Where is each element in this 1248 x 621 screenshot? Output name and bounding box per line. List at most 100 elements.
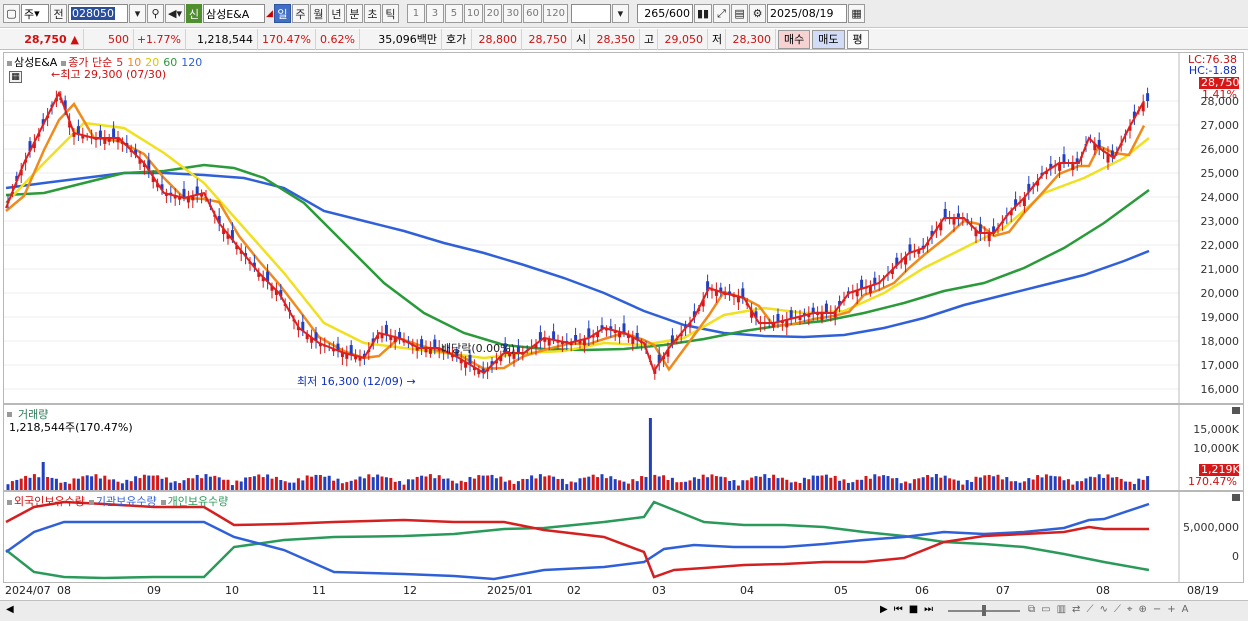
plus-icon[interactable]: + [1167,604,1175,615]
rewind-icon[interactable]: ⏮ [894,604,903,615]
stock-code-value: 028050 [71,7,115,20]
dropdown-icon[interactable]: ▾ [129,4,146,23]
interval-60[interactable]: 60 [523,4,542,23]
period-week[interactable]: 주 [291,4,309,23]
period-year[interactable]: 년 [327,4,345,23]
period-month[interactable]: 월 [309,4,327,23]
text-icon[interactable]: A [1182,604,1189,615]
volume-bar [156,475,160,490]
volume-bar [32,474,36,490]
price-change-pct: +1.77% [134,28,186,50]
eval-button[interactable]: 평 [846,29,869,49]
volume-bar [1022,481,1026,490]
volume-bar [882,475,886,490]
panel-close-icon[interactable] [1232,494,1240,501]
volume-bar [899,483,903,490]
speaker-icon[interactable]: ◀▾ [165,4,185,23]
turnover-ratio: 0.62% [316,28,360,50]
candle-body [943,208,947,218]
volume-bar [169,482,173,490]
calendar-icon[interactable]: ▦ [848,4,866,23]
stock-name-field[interactable]: 삼성E&A [202,4,265,23]
volume-tick-10000k: 10,000K [1193,442,1239,455]
x-axis-label: 07 [996,584,1010,597]
volume-bar [653,474,657,490]
dropdown-icon[interactable]: ▾ [611,4,629,23]
volume-panel[interactable]: 거래량 1,218,544주(170.47%) 15,000K 10,000K … [3,404,1244,491]
price-panel[interactable]: 삼성E&A 종가 단순 5 10 20 60 120 ▦ ←최고 29,300 … [3,52,1244,404]
fib-icon[interactable]: ⟋ [1114,604,1121,615]
volume-bar [142,474,146,490]
interval-20[interactable]: 20 [483,4,503,23]
volume-bar [547,475,551,490]
draw-tool-icon[interactable]: ⤢ [713,4,731,23]
interval-120[interactable]: 120 [542,4,568,23]
volume-bar [340,483,344,490]
bar-count-value: 265 [644,7,666,20]
magnet-icon[interactable]: ⌖ [1127,604,1133,615]
panel-close-icon[interactable] [1232,407,1240,414]
interval-10[interactable]: 10 [463,4,483,23]
stop-icon[interactable]: ■ [909,604,918,615]
candle-type-icon[interactable]: ▮▮ [693,4,713,23]
scroll-left-icon[interactable]: ◀ [6,604,14,615]
zoom-in-icon[interactable]: ⊕ [1138,604,1146,615]
market-select[interactable]: 주 ▾ [21,4,49,23]
play-icon[interactable]: ▶ [880,604,888,615]
interval-custom-input[interactable] [570,4,611,23]
foreign-holding-label: 외국인보유수량 [14,495,85,508]
volume-bar [842,479,846,490]
legend-marker-icon [7,60,12,66]
interval-30[interactable]: 30 [503,4,523,23]
interval-1[interactable]: 1 [406,4,425,23]
period-day[interactable]: 일 [273,4,291,23]
layout-icon[interactable]: ▭ [1041,604,1050,615]
window-icon[interactable]: ▢ [3,4,20,23]
zoom-out-icon[interactable]: − [1153,604,1161,615]
volume-bar [59,482,63,490]
period-second[interactable]: 초 [363,4,381,23]
volume-bar [574,482,578,490]
jeon-button[interactable]: 전 [50,4,67,23]
gear-icon[interactable]: ⚙ [749,4,767,23]
volume-bar [398,481,402,490]
volume-bar [125,479,129,490]
volume-bar [261,477,265,490]
scroll-bar[interactable]: ◀ ▶ ⏮ ■ ⏭ ⧉ ▭ ▥ ⇄ ⟋ ∿ ⟋ ⌖ ⊕ − + A [0,600,1248,621]
volume-bar [684,481,688,490]
box-icon[interactable]: ⧉ [1028,604,1035,615]
table-toggle-icon[interactable]: ▦ [9,71,22,83]
trend-icon[interactable]: ∿ [1099,604,1107,615]
volume-bar [943,475,947,490]
volume-bar [472,478,476,490]
ask-price-1: 28,800 [472,28,522,50]
volume-bar [851,482,855,490]
volume-bar [120,483,124,490]
buy-button[interactable]: 매수 [778,29,811,49]
price-tick: 16,000 [1200,383,1240,396]
volume-bar [1128,481,1132,490]
volume-bar [327,475,331,490]
sell-button[interactable]: 매도 [812,29,845,49]
volume-bar [1009,481,1013,490]
bar-count-input[interactable]: 265/600 [636,4,693,23]
search-icon[interactable]: ⚲ [147,4,164,23]
interval-5[interactable]: 5 [444,4,463,23]
holding-panel[interactable]: 외국인보유수량 기관보유수량 개인보유수량 5,000,000 0 [3,491,1244,583]
volume-bar [732,480,736,490]
volume-bar [63,482,67,490]
stock-code-input[interactable]: 028050 [68,4,128,23]
forward-icon[interactable]: ⏭ [924,604,933,615]
volume-bar [376,474,380,490]
grid-icon[interactable]: ▥ [1057,604,1066,615]
line-icon[interactable]: ⟋ [1086,604,1093,615]
compare-icon[interactable]: ⇄ [1072,604,1080,615]
zoom-slider-handle[interactable] [982,605,986,616]
x-axis-label: 08 [57,584,71,597]
interval-3[interactable]: 3 [425,4,444,23]
period-minute[interactable]: 분 [345,4,363,23]
indicator-icon[interactable]: ▤ [731,4,749,23]
volume-bar [318,475,322,490]
period-tick[interactable]: 틱 [381,4,399,23]
date-input[interactable]: 2025/08/19 [767,4,848,23]
